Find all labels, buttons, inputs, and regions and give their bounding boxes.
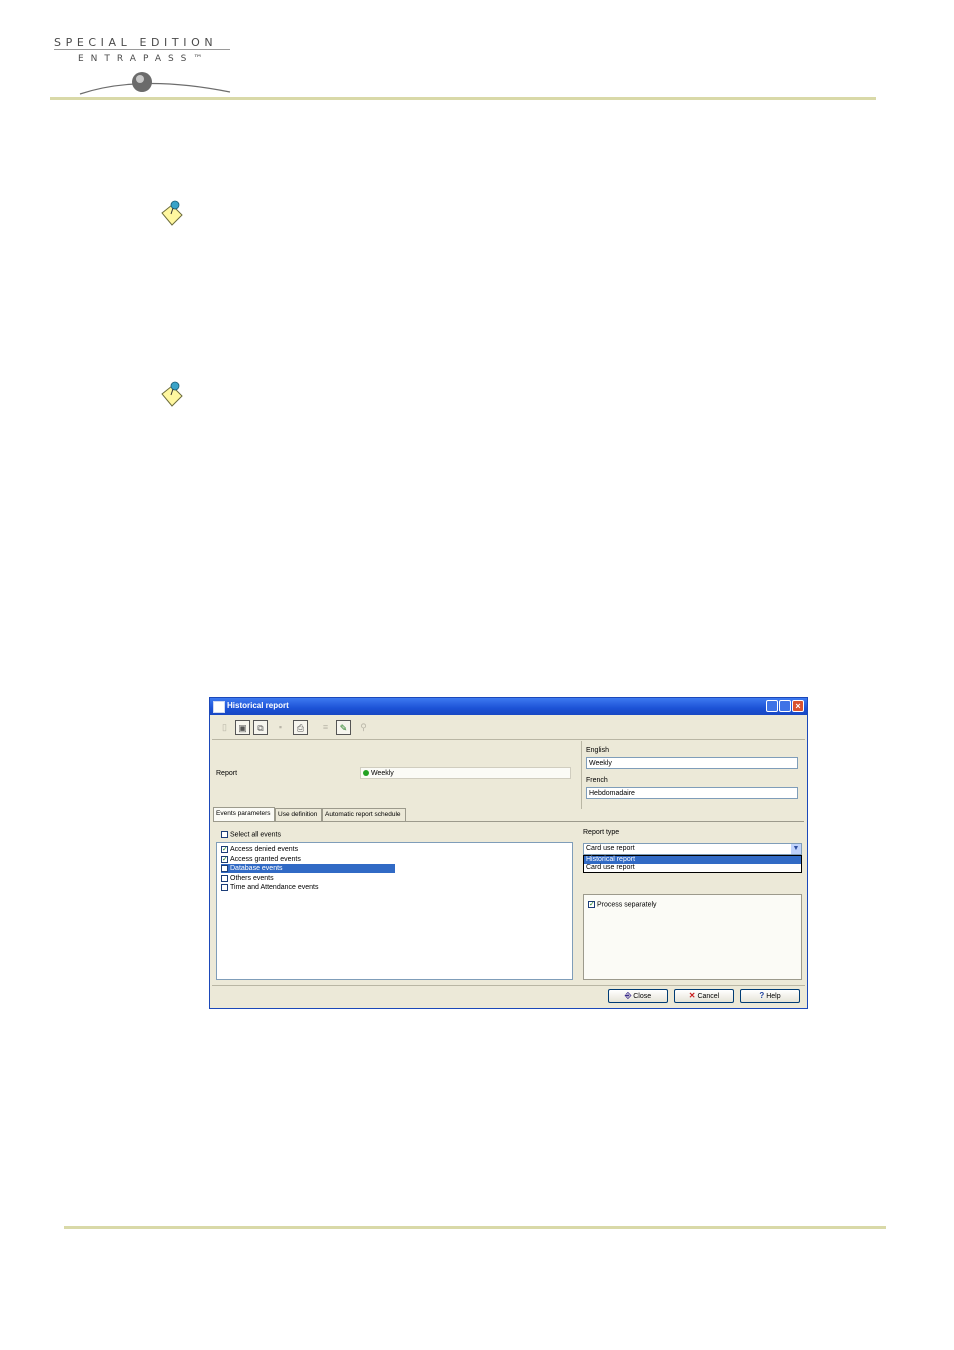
report-select[interactable]: Weekly [360, 767, 571, 779]
tab-automatic-report-schedule[interactable]: Automatic report schedule [322, 808, 406, 821]
print-icon[interactable]: ⎙ [293, 720, 308, 735]
help-button[interactable]: ? Help [740, 989, 800, 1003]
window-titlebar[interactable]: Historical report × [210, 698, 807, 715]
checkbox-icon [221, 883, 228, 891]
cancel-button[interactable]: ✕ Cancel [674, 989, 734, 1003]
entrapass-logo: SPECIAL EDITION ENTRAPASS™ [50, 34, 234, 98]
footer-rule [64, 1226, 886, 1229]
list-icon[interactable]: ≡ [318, 720, 333, 735]
report-type-label: Report type [583, 829, 620, 836]
footer-divider [212, 985, 805, 986]
door-exit-icon: ⎆ [624, 991, 632, 1000]
close-button[interactable]: ⎆ Close [608, 989, 668, 1003]
tab-use-definition[interactable]: Use definition [275, 808, 322, 821]
checkbox-icon [221, 874, 228, 882]
checkbox-checked-icon: ✓ [588, 901, 595, 908]
note-pin-icon [161, 200, 183, 226]
dropdown-option-card-use-report[interactable]: Card use report [584, 864, 801, 872]
report-select-value: Weekly [370, 770, 394, 777]
list-item[interactable]: ✓ Access denied events [221, 845, 298, 854]
list-item[interactable]: ✓ Access granted events [221, 855, 301, 864]
list-item[interactable]: Time and Attendance events [221, 883, 318, 892]
select-all-checkbox[interactable]: Select all events [221, 831, 281, 838]
status-dot-icon [363, 770, 369, 777]
toolbar: ▯ ▣ ⧉ ▪ ⎙ ≡ ✎ ⚲ [212, 717, 805, 740]
report-type-select[interactable]: Card use report ▼ [583, 843, 802, 855]
process-options-box: ✓ Process separately [583, 894, 802, 980]
help-question-icon: ? [759, 991, 765, 1000]
minimize-icon[interactable] [766, 700, 778, 712]
maximize-icon[interactable] [779, 700, 791, 712]
report-label: Report [216, 770, 238, 777]
tab-divider [213, 821, 804, 822]
language-panel: English Weekly French Hebdomadaire [581, 741, 806, 809]
report-type-value: Card use report [586, 845, 635, 852]
tab-events-parameters[interactable]: Events parameters [213, 807, 275, 821]
list-item-selected[interactable]: Database events [221, 864, 395, 873]
checkbox-icon [221, 864, 228, 872]
chevron-down-icon[interactable]: ▼ [791, 844, 801, 854]
checkbox-checked-icon: ✓ [221, 845, 228, 853]
select-all-label: Select all events [230, 831, 281, 839]
historical-report-window: Historical report × ▯ ▣ ⧉ ▪ ⎙ ≡ ✎ ⚲ Repo… [209, 697, 808, 1009]
link-icon[interactable]: ✎ [336, 720, 351, 735]
dropdown-option-historical-report[interactable]: Historical report [584, 856, 801, 864]
window-title: Historical report [227, 701, 289, 710]
window-app-icon [213, 701, 225, 713]
cancel-x-icon: ✕ [688, 991, 696, 1000]
process-separately-checkbox[interactable]: ✓ Process separately [588, 901, 657, 908]
checkbox-checked-icon: ✓ [221, 855, 228, 863]
logo-swoosh-icon [79, 72, 231, 95]
french-input[interactable]: Hebdomadaire [586, 787, 798, 799]
close-icon[interactable]: × [792, 700, 804, 712]
delete-icon[interactable]: ▪ [273, 720, 288, 735]
header-divider [50, 97, 876, 100]
process-separately-label: Process separately [597, 901, 657, 909]
find-icon[interactable]: ⚲ [356, 720, 371, 735]
report-type-dropdown[interactable]: Historical report Card use report [583, 855, 802, 873]
note-pin-icon [161, 381, 183, 407]
list-item[interactable]: Others events [221, 874, 274, 883]
events-listbox[interactable]: ✓ Access denied events ✓ Access granted ev… [216, 842, 573, 980]
save-icon[interactable]: ▣ [235, 720, 250, 735]
english-input[interactable]: Weekly [586, 757, 798, 769]
checkbox-icon [221, 831, 228, 838]
new-icon[interactable]: ▯ [217, 720, 232, 735]
copy-icon[interactable]: ⧉ [253, 720, 268, 735]
french-label: French [586, 777, 608, 784]
english-label: English [586, 747, 609, 754]
